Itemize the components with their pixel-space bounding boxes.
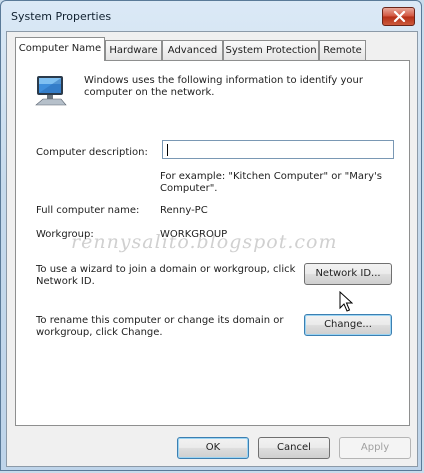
full-computer-name-value: Renny-PC (160, 205, 208, 216)
close-button[interactable] (382, 7, 415, 26)
title-bar[interactable]: System Properties (1, 1, 421, 31)
tab-remote[interactable]: Remote (319, 40, 366, 60)
apply-button[interactable]: Apply (339, 437, 411, 459)
close-icon (393, 11, 406, 22)
rename-description: To rename this computer or change its do… (36, 315, 284, 338)
network-id-description: To use a wizard to join a domain or work… (36, 264, 296, 287)
tab-computer-name[interactable]: Computer Name (15, 37, 105, 61)
tab-advanced[interactable]: Advanced (162, 40, 223, 60)
system-properties-window: System Properties Computer Name Hardware… (0, 0, 422, 471)
intro-text: Windows uses the following information t… (84, 75, 363, 98)
tab-hardware[interactable]: Hardware (105, 40, 162, 60)
computer-icon (35, 76, 67, 106)
computer-description-example: For example: "Kitchen Computer" or "Mary… (160, 171, 382, 194)
cancel-button[interactable]: Cancel (258, 437, 330, 459)
computer-description-label: Computer description: (36, 147, 148, 158)
ok-button[interactable]: OK (177, 437, 249, 459)
workgroup-label: Workgroup: (36, 229, 94, 240)
change-button[interactable]: Change... (304, 314, 392, 336)
tab-system-protection[interactable]: System Protection (223, 40, 319, 60)
full-computer-name-label: Full computer name: (36, 205, 140, 216)
mouse-cursor-icon (339, 291, 353, 312)
computer-description-field[interactable] (162, 140, 394, 159)
workgroup-value: WORKGROUP (160, 229, 228, 240)
text-caret (167, 144, 168, 156)
network-id-button[interactable]: Network ID... (304, 263, 392, 285)
computer-name-panel: Windows uses the following information t… (15, 60, 410, 426)
dialog-body: Computer Name Hardware Advanced System P… (6, 31, 418, 467)
window-title: System Properties (11, 10, 112, 23)
